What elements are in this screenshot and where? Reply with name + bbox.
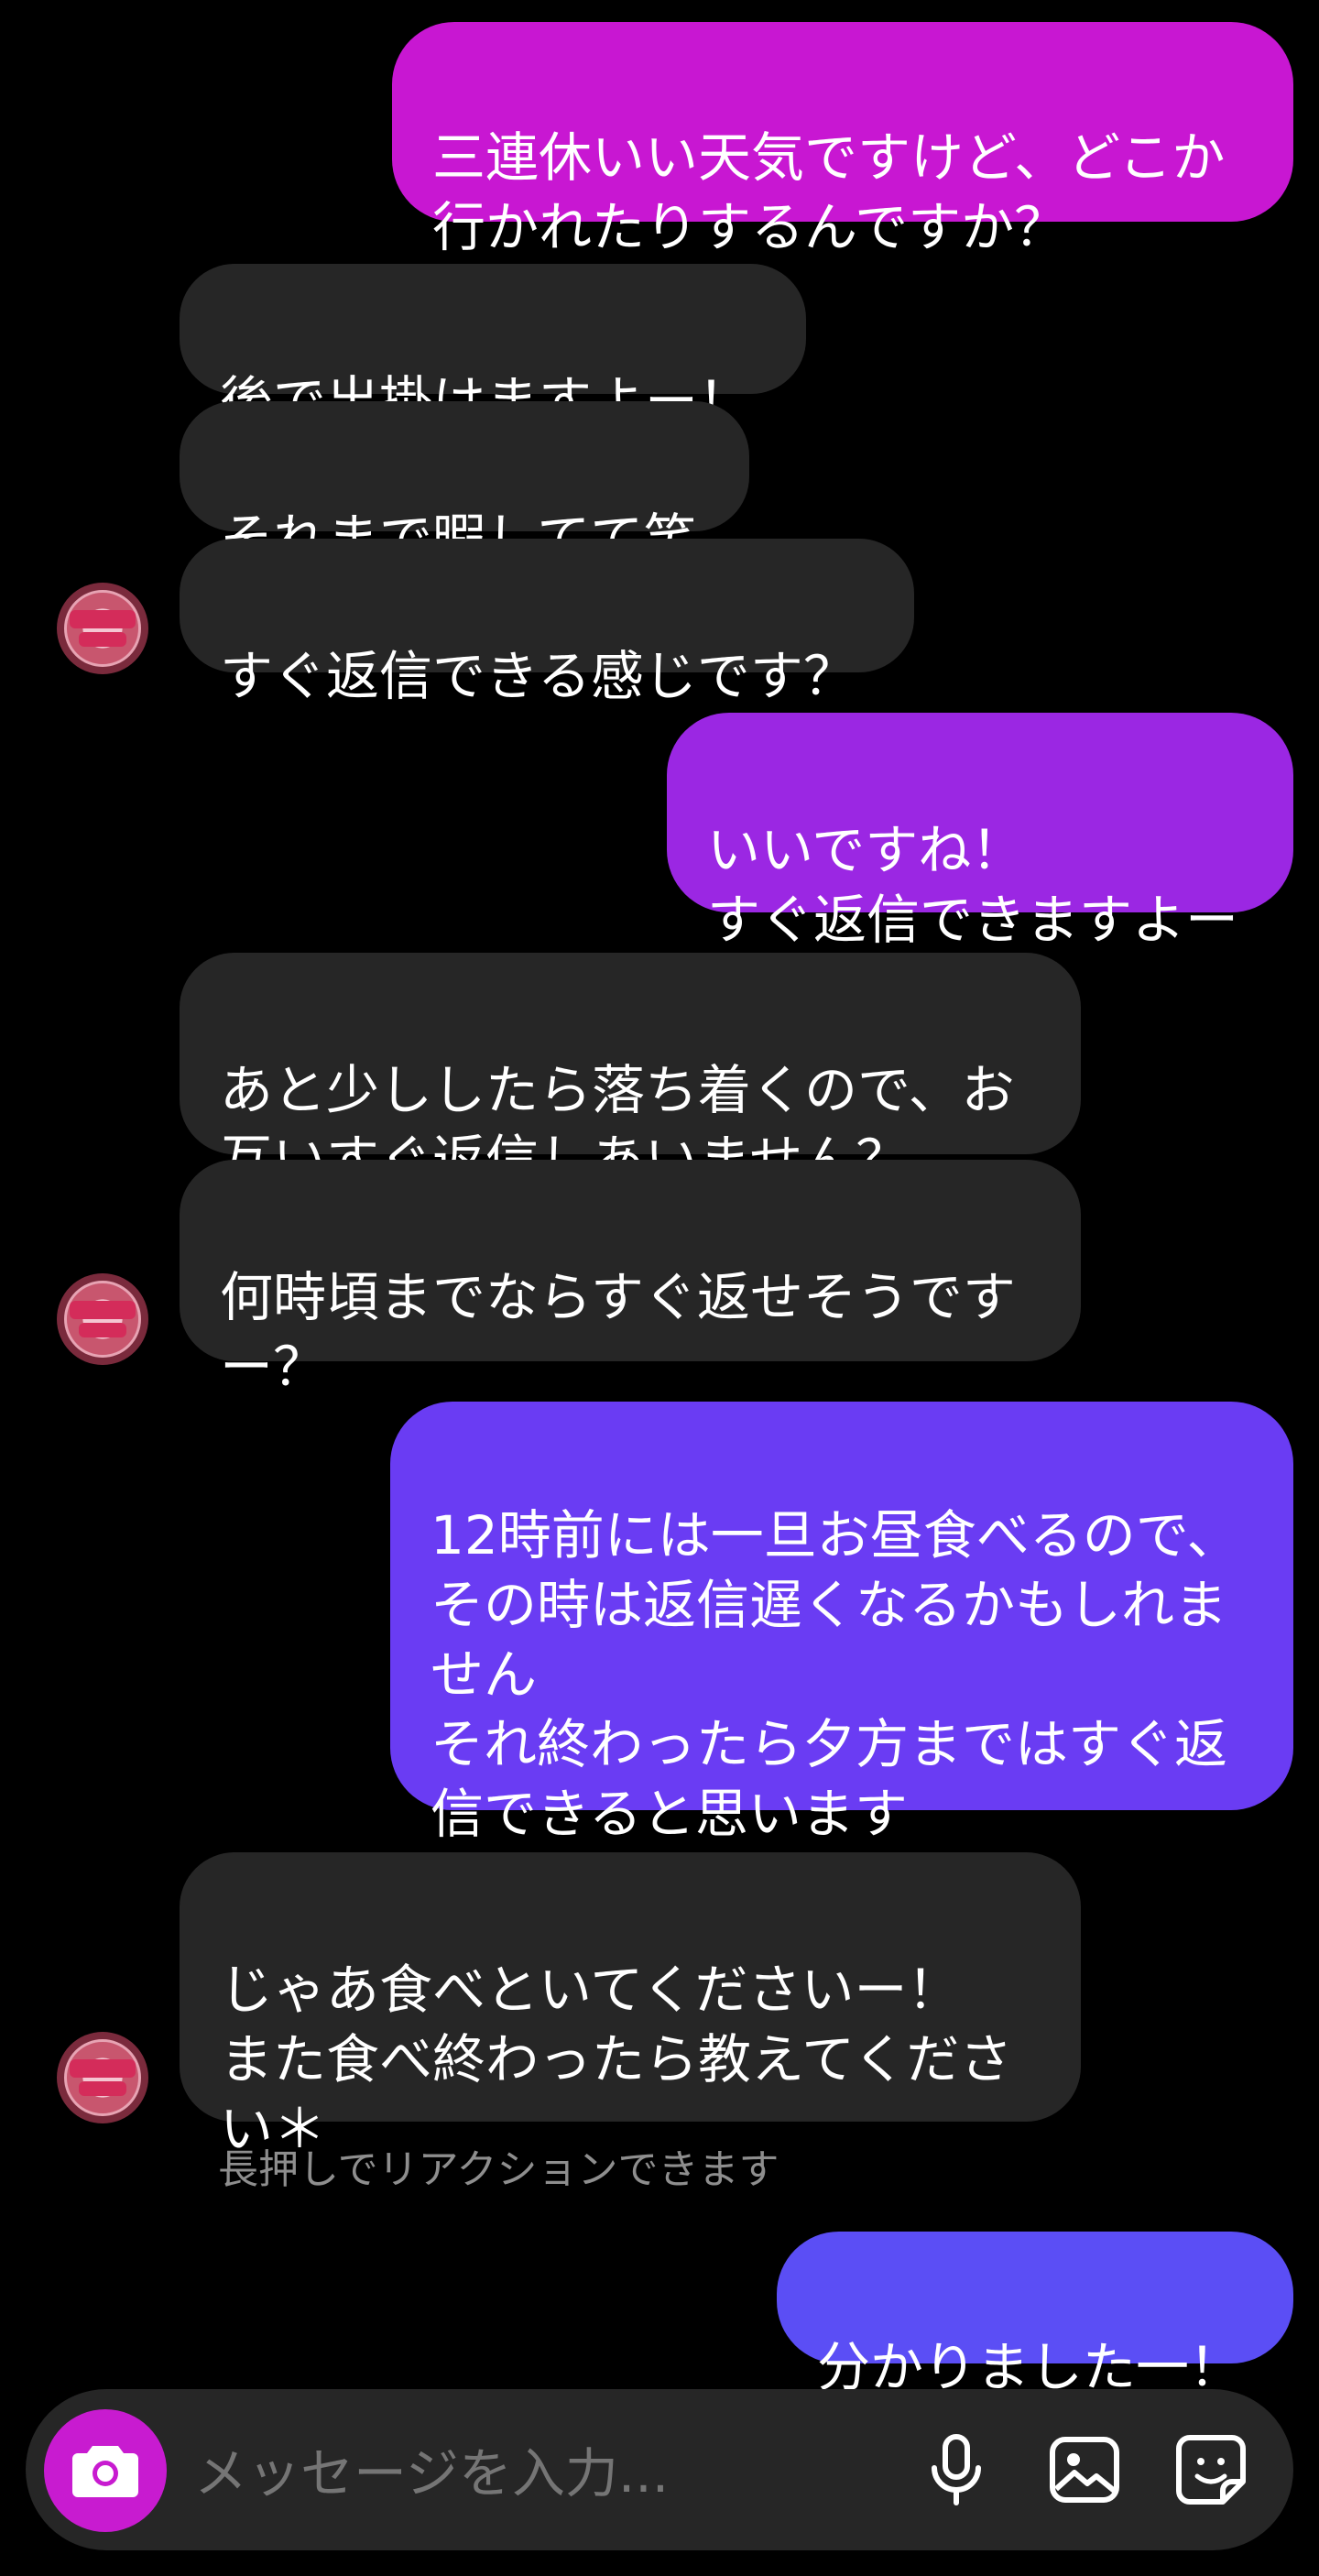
outgoing-message[interactable]: 分かりました一！ [777, 2232, 1293, 2398]
outgoing-message[interactable]: いいですね！ すぐ返信できますよー [667, 713, 1293, 951]
outgoing-message[interactable]: 12時前には一旦お昼食べるので、 その時は返信遅くなるかもしれま せん それ終わ… [390, 1402, 1293, 1845]
message-text: 12時前には一旦お昼食べるので、 その時は返信遅くなるかもしれま せん それ終わ… [431, 1504, 1240, 1845]
camera-icon [72, 2446, 138, 2497]
incoming-message[interactable]: すぐ返信できる感じです？ [180, 539, 914, 707]
incoming-message[interactable]: 後で出掛けますよー！ [180, 264, 806, 432]
message-text: いいですね！ すぐ返信できますよー [707, 819, 1239, 951]
image-icon [1050, 2437, 1119, 2503]
reaction-hint: 長押しでリアクションできます [218, 2146, 779, 2193]
sender-avatar[interactable] [57, 583, 148, 674]
incoming-message[interactable]: じゃあ食べといてくださいー！ また食べ終わったら教えてくださ い＊ [180, 1852, 1081, 2160]
message-text: すぐ返信できる感じです？ [220, 645, 856, 707]
message-text: じゃあ食べといてくださいー！ また食べ終わったら教えてくださ い＊ [220, 1959, 1013, 2160]
outgoing-message[interactable]: 三連休いい天気ですけど、どこか 行かれたりするんですか？ [392, 22, 1293, 258]
incoming-message[interactable]: それまで暇してて笑 [180, 401, 749, 570]
microphone-icon [932, 2434, 981, 2505]
message-text: 何時頃までならすぐ返せそうです ー？ [220, 1266, 1016, 1398]
message-text: 三連休いい天気ですけど、どこか 行かれたりするんですか？ [432, 126, 1226, 258]
sender-avatar[interactable] [57, 1273, 148, 1365]
message-input[interactable] [194, 2442, 890, 2505]
sticker-icon [1176, 2435, 1246, 2505]
message-composer [26, 2389, 1293, 2550]
microphone-button[interactable] [912, 2426, 1000, 2514]
incoming-message[interactable]: あと少ししたら落ち着くので、お 互いすぐ返信しあいません？ [180, 953, 1081, 1191]
sticker-button[interactable] [1167, 2426, 1255, 2514]
incoming-message[interactable]: 何時頃までならすぐ返せそうです ー？ [180, 1160, 1081, 1398]
camera-button[interactable] [44, 2409, 167, 2532]
sender-avatar[interactable] [57, 2032, 148, 2123]
gallery-button[interactable] [1041, 2426, 1128, 2514]
